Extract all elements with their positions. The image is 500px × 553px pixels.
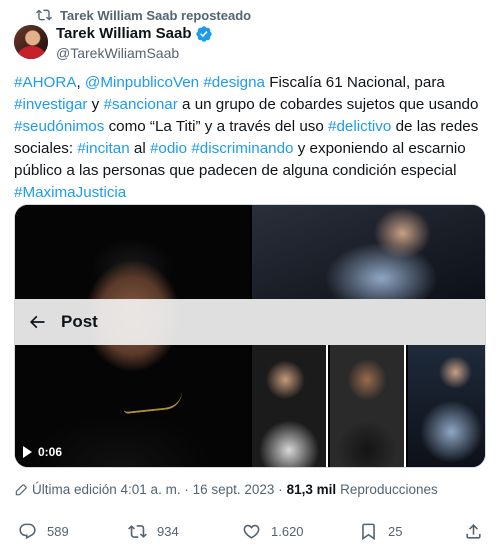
- reply-button[interactable]: 589: [18, 522, 69, 541]
- hashtag-link[interactable]: #MaximaJusticia: [14, 184, 126, 201]
- like-button[interactable]: 1.620: [242, 522, 304, 541]
- pencil-icon: [15, 483, 27, 495]
- hashtag-link[interactable]: #investigar: [14, 96, 87, 113]
- reply-icon: [19, 523, 36, 540]
- repost-icon: [36, 9, 52, 21]
- post-header-overlay: Post: [15, 299, 485, 345]
- tweet-text-segment: ,: [76, 74, 85, 91]
- repost-button[interactable]: 934: [128, 522, 179, 541]
- author-handle[interactable]: @TarekWiliamSaab: [56, 45, 213, 61]
- hashtag-link[interactable]: #designa: [203, 74, 265, 91]
- tweet-text-segment: a un grupo de cobardes sujetos que usand…: [177, 96, 479, 113]
- media-image-bottom-2[interactable]: [330, 345, 406, 467]
- post-title: Post: [61, 312, 98, 331]
- views-label: Reproducciones: [340, 482, 438, 497]
- tweet-text-segment: y: [87, 96, 104, 113]
- action-bar: 589 934 1.620 25: [14, 522, 486, 544]
- hashtag-link[interactable]: #seudónimos: [14, 118, 104, 135]
- back-arrow-icon[interactable]: [15, 312, 59, 332]
- edit-timestamp[interactable]: Última edición 4:01 a. m. · 16 sept. 202…: [32, 482, 283, 497]
- media-image-top-right[interactable]: [252, 205, 485, 299]
- like-count: 1.620: [271, 524, 304, 539]
- video-duration: 0:06: [38, 445, 63, 459]
- video-controls[interactable]: 0:06: [23, 445, 62, 459]
- bookmark-count: 25: [388, 524, 403, 539]
- tweet-meta: Última edición 4:01 a. m. · 16 sept. 202…: [14, 482, 438, 497]
- hashtag-link[interactable]: #incitan: [77, 140, 129, 157]
- avatar[interactable]: [14, 25, 48, 59]
- tweet-text-segment: como “La Titi” y a través del uso: [104, 118, 329, 135]
- bookmark-icon: [362, 523, 375, 541]
- hashtag-link[interactable]: #odio: [150, 140, 187, 157]
- media-image-bottom-1[interactable]: [252, 345, 328, 467]
- reply-count: 589: [47, 524, 69, 539]
- views-count: 81,3 mil: [286, 482, 337, 497]
- repost-label: Tarek William Saab reposteado: [60, 7, 252, 23]
- share-icon: [466, 524, 481, 539]
- play-icon[interactable]: [23, 446, 32, 458]
- repost-icon: [128, 525, 147, 538]
- verified-badge-icon[interactable]: [195, 25, 213, 43]
- author-name[interactable]: Tarek William Saab: [56, 25, 191, 42]
- hashtag-link[interactable]: #sancionar: [104, 96, 178, 113]
- tweet-text-segment: al: [129, 140, 150, 157]
- media-image-bottom-3[interactable]: [408, 345, 485, 467]
- hashtag-link[interactable]: #AHORA: [14, 74, 76, 91]
- repost-indicator[interactable]: Tarek William Saab reposteado: [36, 7, 251, 23]
- author-block: Tarek William Saab @TarekWiliamSaab: [56, 24, 213, 61]
- tweet-text: #AHORA, @MinpublicoVen #designa Fiscalía…: [14, 72, 486, 204]
- heart-icon: [243, 524, 260, 539]
- hashtag-link[interactable]: #discriminando: [191, 140, 293, 157]
- share-button[interactable]: [464, 522, 483, 541]
- hashtag-link[interactable]: #delictivo: [328, 118, 391, 135]
- repost-count: 934: [157, 524, 179, 539]
- tweet-text-segment: Fiscalía 61 Nacional, para: [265, 74, 445, 91]
- media-grid[interactable]: Post 0:06: [14, 204, 486, 468]
- hashtag-link[interactable]: @MinpublicoVen: [85, 74, 199, 91]
- bookmark-button[interactable]: 25: [359, 522, 402, 541]
